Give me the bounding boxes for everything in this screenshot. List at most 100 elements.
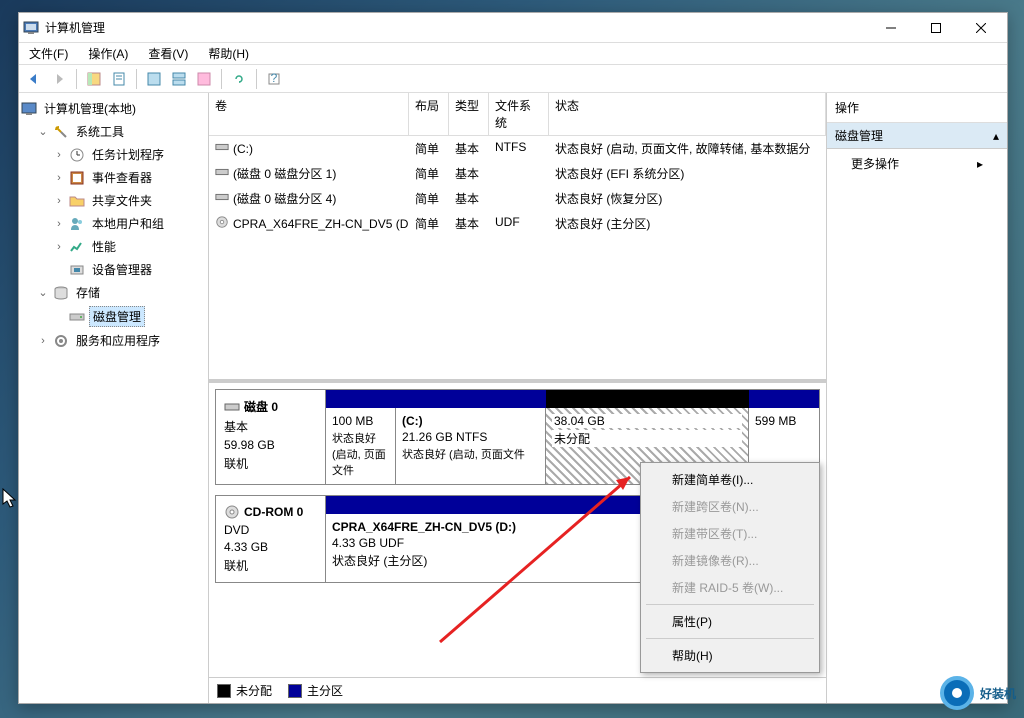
view-bottom-button[interactable] [168,68,190,90]
tree-performance[interactable]: › 性能 [21,235,206,258]
window-title: 计算机管理 [45,19,868,36]
device-icon [69,262,85,278]
disk-info[interactable]: 磁盘 0 基本 59.98 GB 联机 [216,390,326,484]
tree-label: 系统工具 [73,122,127,141]
expand-icon[interactable]: › [53,172,65,184]
tree-root[interactable]: 计算机管理(本地) [21,97,206,120]
context-menu[interactable]: 新建简单卷(I)... 新建跨区卷(N)... 新建带区卷(T)... 新建镜像… [640,462,820,673]
menu-separator [646,604,814,605]
volume-icon [215,190,229,207]
volume-icon [215,215,229,232]
expand-icon[interactable]: › [37,335,49,347]
maximize-button[interactable] [913,13,958,42]
expand-icon[interactable]: › [53,195,65,207]
mouse-cursor-icon [2,488,18,510]
volume-type: 基本 [449,163,489,184]
tree-storage[interactable]: ⌄ 存储 [21,281,206,304]
menu-file[interactable]: 文件(F) [25,43,72,64]
col-filesystem[interactable]: 文件系统 [489,93,549,135]
svg-text:?: ? [271,72,278,85]
folder-share-icon [69,193,85,209]
volume-row[interactable]: (C:)简单基本NTFS状态良好 (启动, 页面文件, 故障转储, 基本数据分 [209,136,826,161]
properties-button[interactable] [108,68,130,90]
settings-button[interactable] [193,68,215,90]
menu-help[interactable]: 帮助(H) [644,642,816,669]
back-button[interactable] [23,68,45,90]
tree-systools[interactable]: ⌄ 系统工具 [21,120,206,143]
actions-header: 操作 [827,93,1007,123]
part-status: 状态良好 (启动, 页面文件 [332,430,389,478]
part-size: 599 MB [755,414,813,428]
col-status[interactable]: 状态 [549,93,826,135]
disk-info[interactable]: CD-ROM 0 DVD 4.33 GB 联机 [216,496,326,582]
tree-sharedfolders[interactable]: › 共享文件夹 [21,189,206,212]
disk-size: 59.98 GB [224,438,317,452]
disk-size: 4.33 GB [224,540,317,554]
col-type[interactable]: 类型 [449,93,489,135]
disk-online: 联机 [224,455,317,472]
event-icon [69,170,85,186]
minimize-button[interactable] [868,13,913,42]
volume-type: 基本 [449,138,489,159]
volume-fs: NTFS [489,138,549,159]
collapse-icon[interactable]: ⌄ [37,125,49,138]
refresh-button[interactable] [228,68,250,90]
volume-status: 状态良好 (主分区) [549,213,826,234]
help-button[interactable]: ? [263,68,285,90]
toolbar: ? [19,65,1007,93]
tree-label: 计算机管理(本地) [41,99,139,118]
col-volume[interactable]: 卷 [209,93,409,135]
menu-new-mirrored-volume: 新建镜像卷(R)... [644,547,816,574]
menu-view[interactable]: 查看(V) [144,43,192,64]
expand-icon[interactable]: › [53,241,65,253]
actions-group[interactable]: 磁盘管理 ▴ [827,123,1007,149]
menu-properties[interactable]: 属性(P) [644,608,816,635]
show-hide-tree-button[interactable] [83,68,105,90]
partition-c[interactable]: (C:) 21.26 GB NTFS 状态良好 (启动, 页面文件 [396,408,546,484]
collapse-icon[interactable]: ⌄ [37,286,49,299]
volume-row[interactable]: CPRA_X64FRE_ZH-CN_DV5 (D:)简单基本UDF状态良好 (主… [209,211,826,236]
navigation-tree[interactable]: 计算机管理(本地) ⌄ 系统工具 › 任务计划程序 › 事件查看器 [19,93,209,703]
close-button[interactable] [958,13,1003,42]
tree-eventviewer[interactable]: › 事件查看器 [21,166,206,189]
watermark: 好装机 [940,676,1016,710]
menu-help[interactable]: 帮助(H) [204,43,253,64]
tree-devicemgr[interactable]: 设备管理器 [21,258,206,281]
app-icon [23,20,39,36]
volume-fs: UDF [489,213,549,234]
forward-button[interactable] [48,68,70,90]
performance-icon [69,239,85,255]
menu-new-simple-volume[interactable]: 新建简单卷(I)... [644,466,816,493]
toolbar-separator [136,69,137,89]
tree-taskscheduler[interactable]: › 任务计划程序 [21,143,206,166]
actions-group-label: 磁盘管理 [835,127,883,144]
expand-icon[interactable]: › [53,149,65,161]
tree-localusers[interactable]: › 本地用户和组 [21,212,206,235]
disk-type: 基本 [224,418,317,435]
tree-label: 事件查看器 [89,168,155,187]
tree-label: 任务计划程序 [89,145,167,164]
menu-action[interactable]: 操作(A) [84,43,132,64]
window-controls [868,13,1003,42]
disk-icon [224,399,240,415]
disk-type: DVD [224,523,317,537]
collapse-icon[interactable]: ▴ [993,129,999,143]
volume-list[interactable]: 卷 布局 类型 文件系统 状态 (C:)简单基本NTFS状态良好 (启动, 页面… [209,93,826,383]
volume-row[interactable]: (磁盘 0 磁盘分区 4)简单基本状态良好 (恢复分区) [209,186,826,211]
tree-diskmgmt[interactable]: 磁盘管理 [21,304,206,329]
col-layout[interactable]: 布局 [409,93,449,135]
view-top-button[interactable] [143,68,165,90]
tree-services[interactable]: › 服务和应用程序 [21,329,206,352]
legend-unallocated: 未分配 [217,682,272,699]
titlebar[interactable]: 计算机管理 [19,13,1007,43]
toolbar-separator [256,69,257,89]
disk-icon [69,309,85,325]
clock-icon [69,147,85,163]
partition-efi[interactable]: 100 MB 状态良好 (启动, 页面文件 [326,408,396,484]
chevron-right-icon: ▸ [977,157,983,171]
computer-icon [21,101,37,117]
actions-more[interactable]: 更多操作 ▸ [827,149,1007,178]
expand-icon[interactable]: › [53,218,65,230]
volume-row[interactable]: (磁盘 0 磁盘分区 1)简单基本状态良好 (EFI 系统分区) [209,161,826,186]
menu-new-striped-volume: 新建带区卷(T)... [644,520,816,547]
